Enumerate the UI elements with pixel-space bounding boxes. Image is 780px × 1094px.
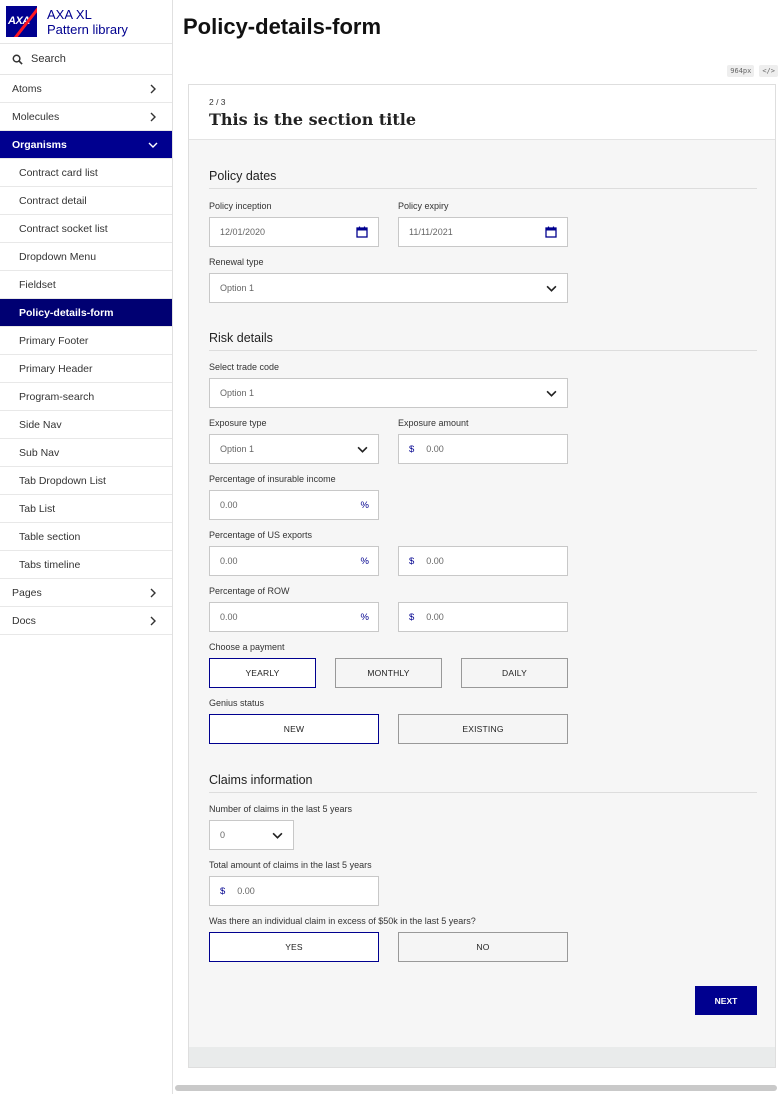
row-percent-input[interactable]: 0.00 % [209, 602, 379, 632]
excess-yes-button[interactable]: YES [209, 932, 379, 962]
sidebar-subitem-tab-list[interactable]: Tab List [0, 495, 172, 523]
sidebar-subitem-fieldset[interactable]: Fieldset [0, 271, 172, 299]
code-toggle-button[interactable]: </> [759, 65, 778, 77]
sidebar-item-docs[interactable]: Docs [0, 607, 172, 635]
chevron-right-icon [150, 84, 156, 93]
policy-expiry-label: Policy expiry [398, 201, 449, 211]
form-header: 2 / 3 This is the section title [189, 85, 775, 140]
genius-existing-button[interactable]: EXISTING [398, 714, 568, 744]
sidebar-subitem-program-search[interactable]: Program-search [0, 383, 172, 411]
brand-title: AXA XL Pattern library [47, 6, 128, 37]
preview-toolbar: 964px </> [727, 65, 778, 77]
num-claims-select[interactable]: 0 [209, 820, 294, 850]
excess-no-button[interactable]: NO [398, 932, 568, 962]
exposure-type-label: Exposure type [209, 418, 267, 428]
genius-new-button[interactable]: NEW [209, 714, 379, 744]
sidebar-item-molecules[interactable]: Molecules [0, 103, 172, 131]
axa-logo: AXA [6, 6, 37, 37]
calendar-icon[interactable] [356, 226, 368, 238]
chevron-right-icon [150, 112, 156, 121]
insurable-income-label: Percentage of insurable income [209, 474, 336, 484]
excess-claim-label: Was there an individual claim in excess … [209, 916, 476, 926]
sidebar-item-pages[interactable]: Pages [0, 579, 172, 607]
payment-monthly-button[interactable]: MONTHLY [335, 658, 442, 688]
percent-suffix: % [360, 556, 369, 567]
policy-inception-field[interactable]: 12/01/2020 [209, 217, 379, 247]
section-title: This is the section title [209, 110, 417, 129]
policy-expiry-field[interactable]: 11/11/2021 [398, 217, 568, 247]
us-exports-label: Percentage of US exports [209, 530, 313, 540]
frame-footer [189, 1047, 775, 1067]
exposure-amount-label: Exposure amount [398, 418, 469, 428]
us-exports-amount-input[interactable]: $ 0.00 [398, 546, 568, 576]
search-label: Search [31, 53, 66, 65]
claims-heading: Claims information [209, 773, 313, 787]
genius-status-label: Genius status [209, 698, 265, 708]
row-amount-input[interactable]: $ 0.00 [398, 602, 568, 632]
chevron-down-icon [272, 832, 283, 839]
currency-prefix: $ [409, 555, 415, 567]
payment-yearly-button[interactable]: YEARLY [209, 658, 316, 688]
currency-prefix: $ [220, 885, 226, 897]
step-indicator: 2 / 3 [209, 97, 226, 107]
sidebar-subitem-side-nav[interactable]: Side Nav [0, 411, 172, 439]
payment-label: Choose a payment [209, 642, 285, 652]
total-claims-label: Total amount of claims in the last 5 yea… [209, 860, 372, 870]
sidebar-subitem-tabs-timeline[interactable]: Tabs timeline [0, 551, 172, 579]
sidebar-subitem-sub-nav[interactable]: Sub Nav [0, 439, 172, 467]
horizontal-scrollbar[interactable] [175, 1085, 777, 1091]
trade-code-select[interactable]: Option 1 [209, 378, 568, 408]
sidebar-subitem-primary-header[interactable]: Primary Header [0, 355, 172, 383]
payment-daily-button[interactable]: DAILY [461, 658, 568, 688]
calendar-icon[interactable] [545, 226, 557, 238]
chevron-right-icon [150, 588, 156, 597]
risk-details-heading: Risk details [209, 331, 273, 345]
chevron-down-icon [546, 390, 557, 397]
total-claims-amount-input[interactable]: $ 0.00 [209, 876, 379, 906]
divider [209, 350, 757, 351]
policy-dates-heading: Policy dates [209, 169, 277, 183]
chevron-down-icon [546, 285, 557, 292]
sidebar-item-organisms[interactable]: Organisms [0, 131, 172, 159]
renewal-type-label: Renewal type [209, 257, 264, 267]
chevron-right-icon [150, 616, 156, 625]
sidebar-subitem-contract-detail[interactable]: Contract detail [0, 187, 172, 215]
chevron-down-icon [148, 142, 158, 148]
sidebar-subitem-contract-card-list[interactable]: Contract card list [0, 159, 172, 187]
sidebar-subitem-dropdown-menu[interactable]: Dropdown Menu [0, 243, 172, 271]
sidebar-subitem-table-section[interactable]: Table section [0, 523, 172, 551]
row-label: Percentage of ROW [209, 586, 290, 596]
sidebar-item-atoms[interactable]: Atoms [0, 75, 172, 103]
viewport-size-badge[interactable]: 964px [727, 65, 755, 77]
sidebar-subitem-policy-details-form[interactable]: Policy-details-form [0, 299, 172, 327]
currency-prefix: $ [409, 443, 415, 455]
divider [209, 188, 757, 189]
component-preview-frame: 2 / 3 This is the section title Policy d… [188, 84, 776, 1068]
us-exports-percent-input[interactable]: 0.00 % [209, 546, 379, 576]
sidebar-subitem-primary-footer[interactable]: Primary Footer [0, 327, 172, 355]
divider [209, 792, 757, 793]
percent-suffix: % [360, 500, 369, 511]
num-claims-label: Number of claims in the last 5 years [209, 804, 353, 814]
renewal-type-select[interactable]: Option 1 [209, 273, 568, 303]
sidebar: AXA AXA XL Pattern library Search Atoms … [0, 0, 173, 1094]
page-title: Policy-details-form [183, 14, 382, 39]
policy-inception-label: Policy inception [209, 201, 272, 211]
insurable-income-input[interactable]: 0.00 % [209, 490, 379, 520]
exposure-type-select[interactable]: Option 1 [209, 434, 379, 464]
search-icon [12, 54, 23, 65]
sidebar-search[interactable]: Search [0, 44, 172, 75]
chevron-down-icon [357, 446, 368, 453]
sidebar-subitem-contract-socket-list[interactable]: Contract socket list [0, 215, 172, 243]
brand[interactable]: AXA AXA XL Pattern library [0, 0, 172, 44]
percent-suffix: % [360, 612, 369, 623]
exposure-amount-input[interactable]: $ 0.00 [398, 434, 568, 464]
trade-code-label: Select trade code [209, 362, 280, 372]
next-button[interactable]: NEXT [695, 986, 757, 1015]
sidebar-subitem-tab-dropdown-list[interactable]: Tab Dropdown List [0, 467, 172, 495]
currency-prefix: $ [409, 611, 415, 623]
